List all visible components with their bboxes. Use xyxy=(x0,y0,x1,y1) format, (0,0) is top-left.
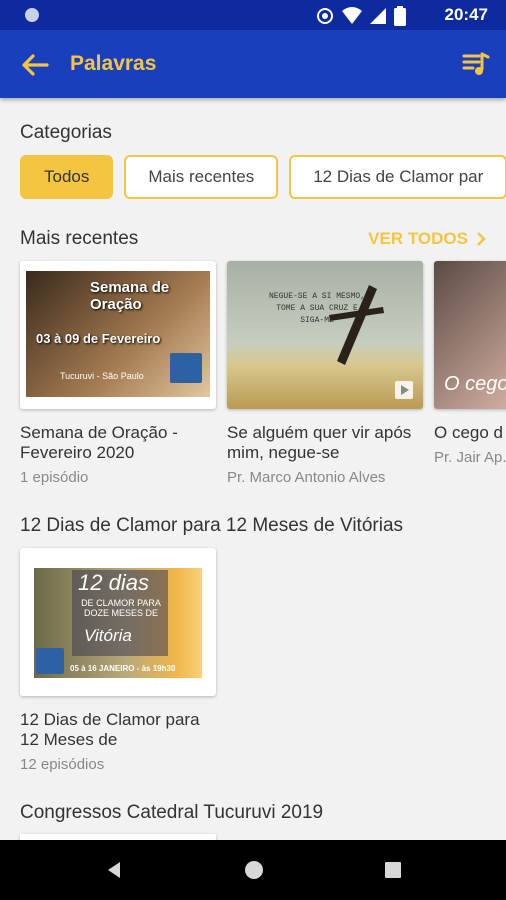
system-nav-bar xyxy=(0,840,506,900)
recent-heading: Mais recentes xyxy=(20,228,139,249)
clamor-heading: 12 Dias de Clamor para 12 Meses de Vitór… xyxy=(20,515,404,536)
back-nav-icon[interactable] xyxy=(104,860,124,880)
chip-12-dias[interactable]: 12 Dias de Clamor par xyxy=(289,155,506,199)
recents-nav-icon[interactable] xyxy=(384,861,402,879)
congressos-heading: Congressos Catedral Tucuruvi 2019 xyxy=(20,802,324,823)
card-title: Se alguém quer vir após mim, negue-se xyxy=(227,423,412,462)
episode-card[interactable]: O cego O cego d Pr. Jair Ap. xyxy=(434,261,506,466)
categories-heading: Categorias xyxy=(20,122,112,143)
sync-icon xyxy=(317,8,333,24)
category-chips: Todos Mais recentes 12 Dias de Clamor pa… xyxy=(20,155,506,199)
status-icons xyxy=(316,6,406,26)
see-all-label: VER TODOS xyxy=(368,229,468,248)
thumb-mid: DE CLAMOR PARA DOZE MESES DE xyxy=(81,598,161,618)
card-thumbnail: O cego xyxy=(434,261,506,409)
see-all-button[interactable]: VER TODOS xyxy=(368,229,486,249)
thumb-date: 05 à 16 JANEIRO - às 19h30 xyxy=(70,664,176,673)
playlist-icon[interactable] xyxy=(462,50,490,78)
series-card[interactable]: 12 dias DE CLAMOR PARA DOZE MESES DE Vit… xyxy=(20,548,216,773)
clock: 20:47 xyxy=(444,5,488,24)
card-subtitle: Pr. Jair Ap. xyxy=(434,449,506,466)
card-thumbnail: NEGUE-SE A SI MESMO, TOME A SUA CRUZ E S… xyxy=(227,261,423,409)
episode-card[interactable]: Semana de Oração 03 à 09 de Fevereiro Tu… xyxy=(20,261,216,486)
thumb-title: O cego xyxy=(444,373,506,395)
thumb-big: 12 dias xyxy=(78,570,149,595)
page-title: Palavras xyxy=(70,52,157,75)
notification-dot-icon xyxy=(25,8,39,22)
card-subtitle: 1 episódio xyxy=(20,469,89,486)
wifi-icon xyxy=(342,7,362,24)
card-subtitle: Pr. Marco Antonio Alves xyxy=(227,469,386,486)
thumb-title: Semana de Oração xyxy=(90,279,170,313)
battery-icon xyxy=(394,6,406,26)
status-bar: 20:47 xyxy=(0,0,506,30)
app-bar: Palavras xyxy=(0,30,506,98)
back-arrow-icon[interactable] xyxy=(20,50,50,80)
card-title: Semana de Oração - Fevereiro 2020 xyxy=(20,423,178,462)
content-area[interactable]: Categorias Todos Mais recentes 12 Dias d… xyxy=(0,98,506,840)
thumb-place: Tucuruvi - São Paulo xyxy=(60,371,144,381)
thumb-date: 03 à 09 de Fevereiro xyxy=(36,331,161,346)
chip-todos[interactable]: Todos xyxy=(20,155,114,199)
church-logo xyxy=(170,353,202,383)
church-logo xyxy=(36,648,64,674)
thumb-vitoria: Vitória xyxy=(84,626,132,645)
chevron-right-icon xyxy=(477,232,486,246)
home-nav-icon[interactable] xyxy=(243,859,265,881)
episode-card[interactable]: NEGUE-SE A SI MESMO, TOME A SUA CRUZ E S… xyxy=(227,261,423,486)
card-title: 12 Dias de Clamor para 12 Meses de xyxy=(20,710,200,749)
card-thumbnail: 12 dias DE CLAMOR PARA DOZE MESES DE Vit… xyxy=(20,548,216,696)
card-thumbnail: Semana de Oração 03 à 09 de Fevereiro Tu… xyxy=(20,261,216,409)
card-subtitle: 12 episódios xyxy=(20,756,105,773)
cross-silhouette-icon xyxy=(329,285,384,365)
card-title: O cego d xyxy=(434,423,503,442)
play-badge-icon xyxy=(395,381,413,399)
signal-icon xyxy=(370,8,386,24)
chip-mais-recentes[interactable]: Mais recentes xyxy=(124,155,279,199)
